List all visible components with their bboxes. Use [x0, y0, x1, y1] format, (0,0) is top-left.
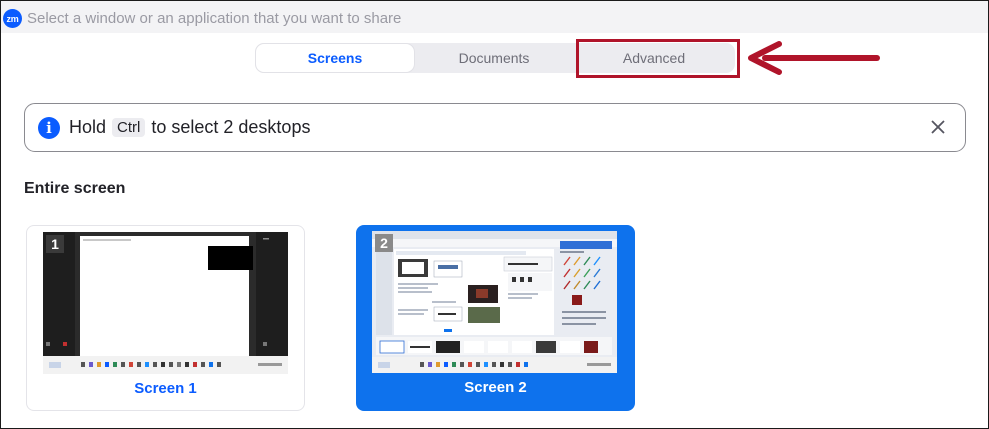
screen-number-badge-2: 2: [375, 234, 393, 252]
zoom-logo-icon: zm: [3, 9, 22, 28]
screen-thumbnail-2: 2: [372, 231, 617, 373]
screen-card-1[interactable]: 1 Screen 1: [26, 225, 305, 411]
window-title: Select a window or an application that y…: [27, 10, 402, 27]
annotation-highlight-box: [576, 39, 740, 78]
info-text-after: to select 2 desktops: [151, 117, 311, 137]
screen-label-2: Screen 2: [464, 379, 527, 396]
info-text-before: Hold: [69, 117, 107, 137]
info-banner: i Hold Ctrl to select 2 desktops: [24, 103, 966, 152]
tab-documents[interactable]: Documents: [415, 44, 573, 72]
ctrl-key-badge: Ctrl: [112, 118, 146, 137]
share-screen-dialog: zm Select a window or an application tha…: [0, 0, 989, 429]
info-icon: i: [38, 117, 60, 139]
annotation-arrow-icon: [748, 41, 880, 75]
screen-card-2[interactable]: 2 Screen 2: [356, 225, 635, 411]
section-title: Entire screen: [24, 180, 126, 197]
screen-label-1: Screen 1: [134, 380, 197, 397]
screen-number-badge-1: 1: [46, 235, 64, 253]
screen-thumbnail-1: 1: [43, 232, 288, 374]
tab-screens[interactable]: Screens: [256, 44, 414, 72]
close-icon: [931, 120, 945, 134]
info-message: Hold Ctrl to select 2 desktops: [69, 117, 310, 138]
title-bar: zm Select a window or an application tha…: [1, 1, 988, 33]
close-banner-button[interactable]: [927, 116, 949, 138]
